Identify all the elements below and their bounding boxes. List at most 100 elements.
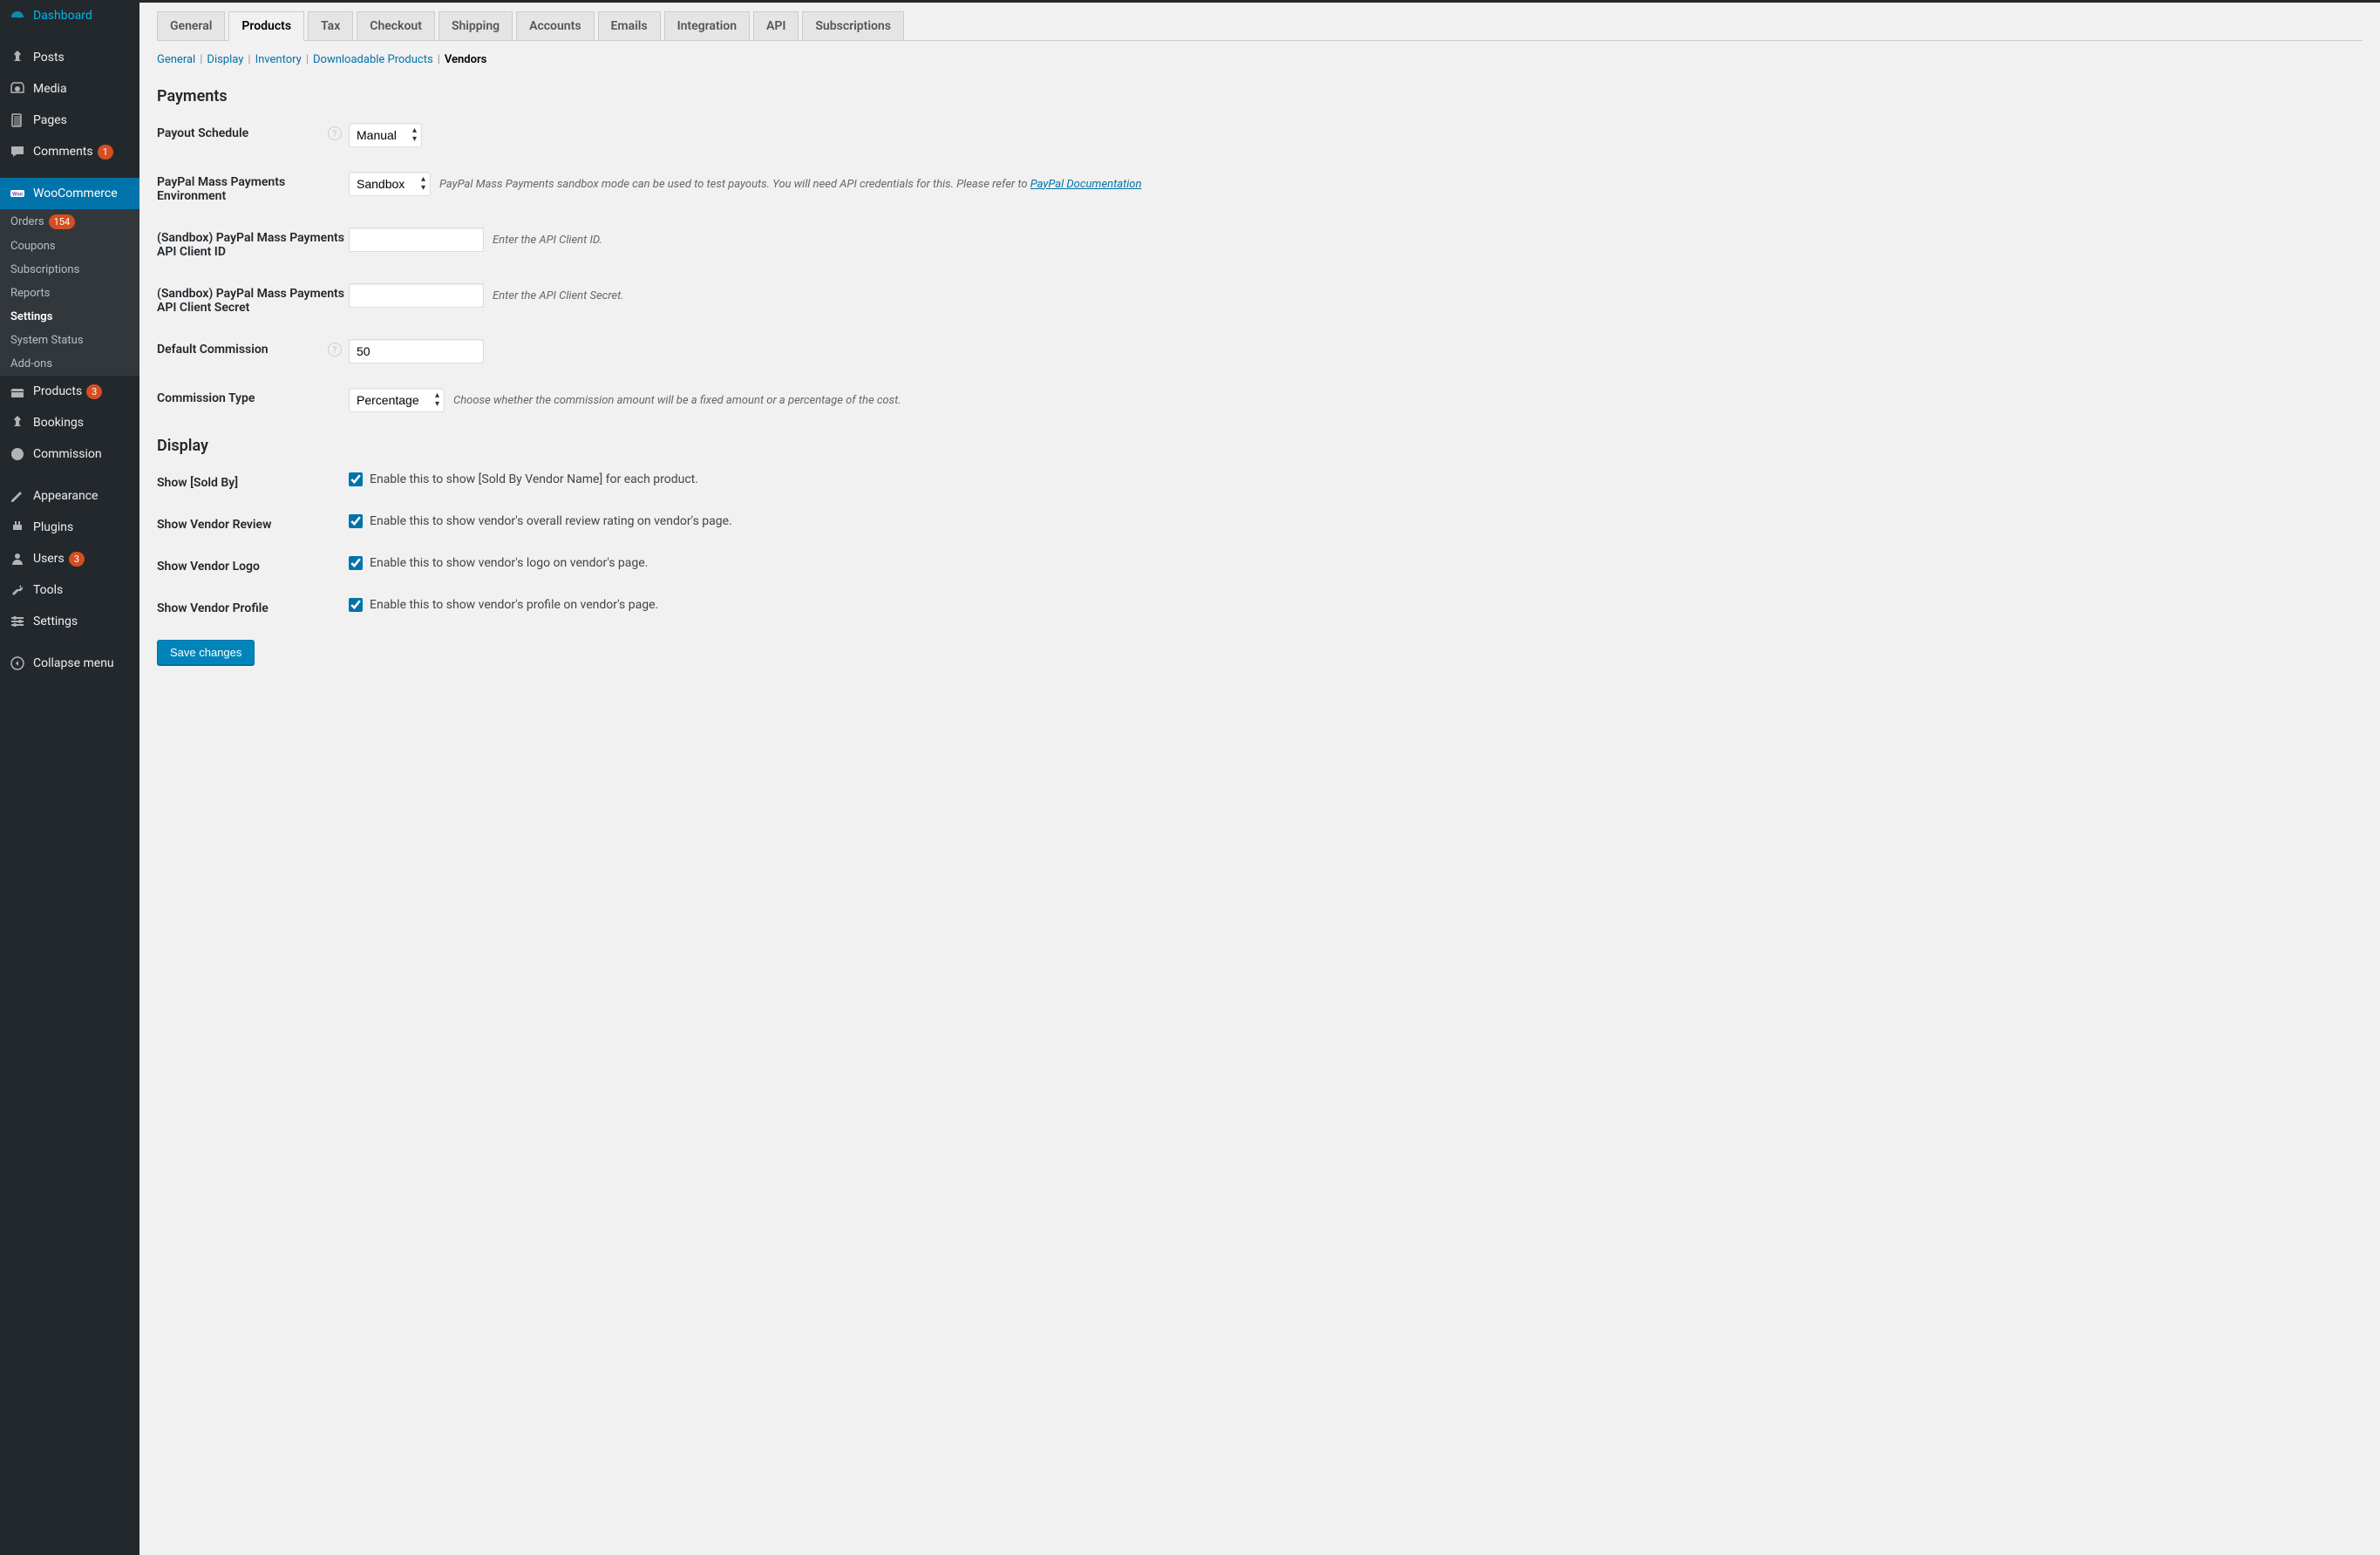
sidebar-item-label: Appearance <box>33 489 98 503</box>
sidebar-item-products[interactable]: Products3 <box>0 376 139 407</box>
paypal-env-desc: PayPal Mass Payments sandbox mode can be… <box>439 178 1141 191</box>
sidebar-sub-system-status[interactable]: System Status <box>0 329 139 352</box>
dashboard-icon <box>9 7 26 24</box>
show-vendor-review-checkbox[interactable] <box>349 514 363 528</box>
show-vendor-logo-label[interactable]: Enable this to show vendor's logo on ven… <box>349 556 648 570</box>
tab-api[interactable]: API <box>753 11 799 40</box>
appearance-icon <box>9 487 26 505</box>
subnav-current: Vendors <box>445 53 486 66</box>
sidebar-item-settings[interactable]: Settings <box>0 606 139 637</box>
settings-subnav: General|Display|Inventory|Downloadable P… <box>157 41 2363 78</box>
subnav-general[interactable]: General <box>157 53 195 66</box>
sidebar-item-commission[interactable]: Commission <box>0 438 139 470</box>
section-title-display: Display <box>157 437 2363 455</box>
media-icon <box>9 80 26 98</box>
sidebar-item-pages[interactable]: Pages <box>0 105 139 136</box>
tab-shipping[interactable]: Shipping <box>439 11 513 40</box>
help-icon[interactable]: ? <box>328 126 342 140</box>
commission-icon <box>9 445 26 463</box>
sidebar-item-label: Bookings <box>33 416 84 430</box>
sidebar-item-label: Plugins <box>33 520 73 534</box>
subnav-downloadable-products[interactable]: Downloadable Products <box>313 53 433 66</box>
sidebar-item-posts[interactable]: Posts <box>0 42 139 73</box>
collapse-icon <box>9 655 26 672</box>
sidebar-sub-coupons[interactable]: Coupons <box>0 234 139 258</box>
tab-subscriptions[interactable]: Subscriptions <box>802 11 904 40</box>
main-content: GeneralProductsTaxCheckoutShippingAccoun… <box>139 0 2380 1555</box>
sidebar-item-media[interactable]: Media <box>0 73 139 105</box>
sidebar-item-users[interactable]: Users 3 <box>0 543 139 574</box>
comment-icon <box>9 143 26 160</box>
sidebar-item-label: Dashboard <box>33 9 92 23</box>
sidebar-item-dashboard[interactable]: Dashboard <box>0 0 139 31</box>
save-changes-button[interactable]: Save changes <box>157 640 255 665</box>
sidebar-item-label: Commission <box>33 447 102 461</box>
tab-checkout[interactable]: Checkout <box>357 11 435 40</box>
show-sold-by-label[interactable]: Enable this to show [Sold By Vendor Name… <box>349 472 698 486</box>
subnav-display[interactable]: Display <box>207 53 243 66</box>
label-show-vendor-review: Show Vendor Review <box>157 514 349 532</box>
show-vendor-review-label[interactable]: Enable this to show vendor's overall rev… <box>349 514 732 528</box>
commission-type-select[interactable]: Percentage <box>349 388 445 412</box>
sidebar-item-appearance[interactable]: Appearance <box>0 480 139 512</box>
tab-general[interactable]: General <box>157 11 225 40</box>
badge: 3 <box>69 552 85 567</box>
label-paypal-env: PayPal Mass Payments Environment <box>157 172 349 203</box>
label-show-sold-by: Show [Sold By] <box>157 472 349 490</box>
woo-icon: Woo <box>9 185 26 202</box>
label-default-commission: Default Commission ? <box>157 339 349 356</box>
label-show-vendor-logo: Show Vendor Logo <box>157 556 349 574</box>
tab-integration[interactable]: Integration <box>664 11 750 40</box>
default-commission-input[interactable] <box>349 339 484 363</box>
sidebar-item-collapse-menu[interactable]: Collapse menu <box>0 648 139 679</box>
sidebar-item-tools[interactable]: Tools <box>0 574 139 606</box>
payout-schedule-select[interactable]: Manual <box>349 123 422 147</box>
tab-products[interactable]: Products <box>228 11 304 41</box>
sidebar-item-plugins[interactable]: Plugins <box>0 512 139 543</box>
tab-emails[interactable]: Emails <box>598 11 661 40</box>
bookings-icon <box>9 414 26 431</box>
sidebar-sub-subscriptions[interactable]: Subscriptions <box>0 258 139 282</box>
sidebar-item-label: Settings <box>33 615 78 628</box>
sidebar-item-label: Collapse menu <box>33 656 114 670</box>
settings-tabs: GeneralProductsTaxCheckoutShippingAccoun… <box>157 3 2363 41</box>
show-vendor-profile-label[interactable]: Enable this to show vendor's profile on … <box>349 598 658 612</box>
show-sold-by-checkbox[interactable] <box>349 472 363 486</box>
sidebar-item-bookings[interactable]: Bookings <box>0 407 139 438</box>
sidebar-item-label: Pages <box>33 113 67 127</box>
help-icon[interactable]: ? <box>328 343 342 356</box>
commission-type-desc: Choose whether the commission amount wil… <box>453 394 901 407</box>
show-vendor-logo-checkbox[interactable] <box>349 556 363 570</box>
paypal-docs-link[interactable]: PayPal Documentation <box>1030 178 1142 191</box>
label-payout-schedule: Payout Schedule ? <box>157 123 349 140</box>
sidebar-item-woocommerce[interactable]: Woo WooCommerce <box>0 178 139 209</box>
sidebar-item-comments[interactable]: Comments1 <box>0 136 139 167</box>
sidebar-item-label: Comments <box>33 145 93 159</box>
sidebar-item-label: Tools <box>33 583 63 597</box>
sidebar-sub-add-ons[interactable]: Add-ons <box>0 352 139 376</box>
tab-tax[interactable]: Tax <box>308 11 353 40</box>
badge: 154 <box>49 214 76 229</box>
plugins-icon <box>9 519 26 536</box>
client-id-input[interactable] <box>349 227 484 252</box>
tools-icon <box>9 581 26 599</box>
label-client-id: (Sandbox) PayPal Mass Payments API Clien… <box>157 227 349 259</box>
subnav-inventory[interactable]: Inventory <box>255 53 302 66</box>
section-title-payments: Payments <box>157 87 2363 105</box>
sidebar-item-label: Users <box>33 552 65 566</box>
label-commission-type: Commission Type <box>157 388 349 405</box>
show-vendor-profile-checkbox[interactable] <box>349 598 363 612</box>
tab-accounts[interactable]: Accounts <box>516 11 594 40</box>
badge: 3 <box>86 384 102 399</box>
sidebar-item-label: Posts <box>33 51 65 65</box>
sidebar-sub-settings[interactable]: Settings <box>0 305 139 329</box>
svg-text:Woo: Woo <box>12 192 24 198</box>
paypal-env-select[interactable]: Sandbox <box>349 172 431 196</box>
sidebar-sub-orders[interactable]: Orders154 <box>0 209 139 234</box>
client-secret-input[interactable] <box>349 283 484 308</box>
sidebar-item-label: WooCommerce <box>33 187 118 200</box>
pin-icon <box>9 49 26 66</box>
label-client-secret: (Sandbox) PayPal Mass Payments API Clien… <box>157 283 349 315</box>
sidebar-sub-reports[interactable]: Reports <box>0 282 139 305</box>
label-show-vendor-profile: Show Vendor Profile <box>157 598 349 615</box>
